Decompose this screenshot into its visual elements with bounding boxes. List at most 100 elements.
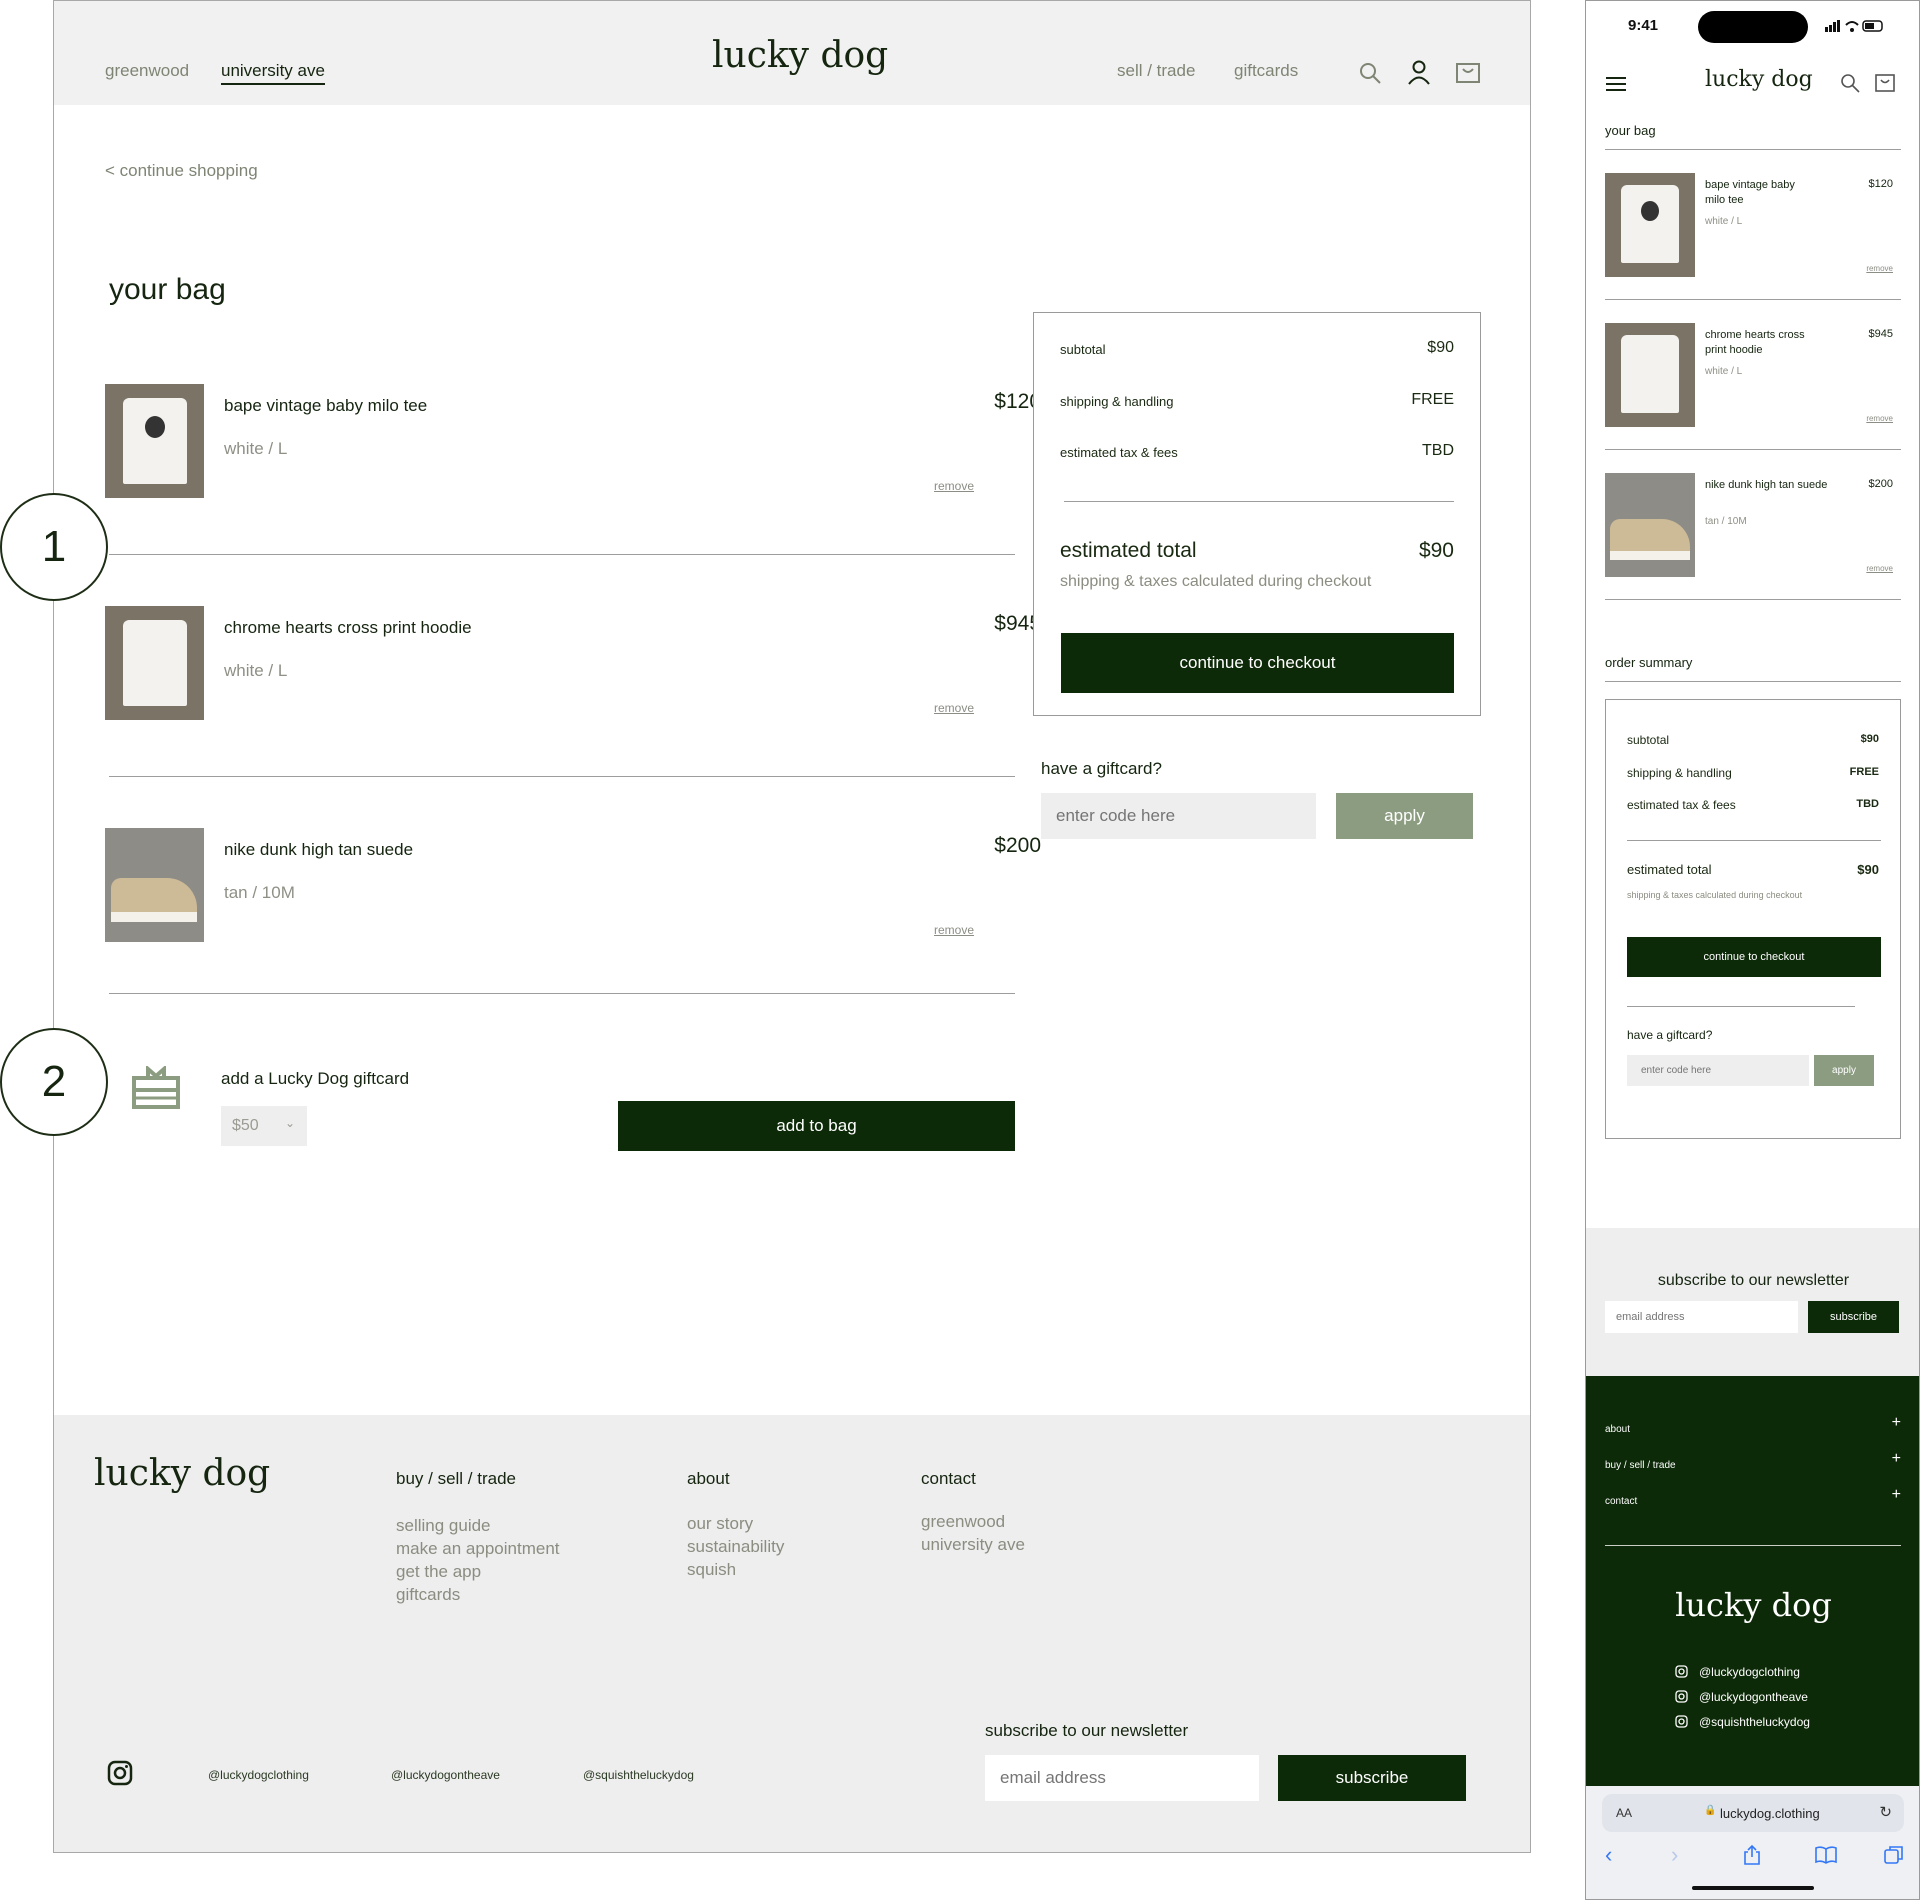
continue-shopping-link[interactable]: < continue shopping <box>105 161 258 181</box>
item-name[interactable]: chrome hearts cross print hoodie <box>224 618 472 638</box>
remove-link[interactable]: remove <box>934 923 974 937</box>
item-price: $200 <box>1868 478 1893 490</box>
footer-link[interactable]: greenwood <box>921 1510 1025 1533</box>
instagram-icon[interactable] <box>107 1760 133 1786</box>
divider <box>1605 681 1901 682</box>
continue-to-checkout-button[interactable]: continue to checkout <box>1627 937 1881 977</box>
remove-link[interactable]: remove <box>1866 264 1893 273</box>
shipping-value: FREE <box>1411 391 1454 408</box>
continue-to-checkout-button[interactable]: continue to checkout <box>1061 633 1454 693</box>
remove-link[interactable]: remove <box>934 701 974 715</box>
footer-col-contact-heading: contact <box>921 1469 976 1488</box>
footer-link[interactable]: university ave <box>921 1533 1025 1556</box>
mobile-brand-logo[interactable]: lucky dog <box>1705 67 1813 92</box>
footer-link[interactable]: giftcards <box>396 1583 560 1606</box>
remove-link[interactable]: remove <box>1866 414 1893 423</box>
chevron-down-icon: ⌄ <box>284 1116 295 1130</box>
forward-icon[interactable]: › <box>1671 1842 1678 1868</box>
item-image-tee[interactable] <box>1605 173 1695 277</box>
subscribe-button[interactable]: subscribe <box>1808 1301 1899 1333</box>
nav-sell-trade[interactable]: sell / trade <box>1117 61 1195 81</box>
footer-link[interactable]: squish <box>687 1558 784 1581</box>
status-icons <box>1825 20 1883 32</box>
total-row: estimated total $90 <box>1060 539 1454 563</box>
footer-logo[interactable]: lucky dog <box>1586 1586 1919 1624</box>
footer-col-about-heading: about <box>687 1469 730 1488</box>
social-handle[interactable]: @luckydogontheave <box>391 1768 500 1782</box>
mobile-newsletter-section: subscribe to our newsletter subscribe <box>1586 1228 1919 1376</box>
checkout-note: shipping & taxes calculated during check… <box>1060 573 1372 590</box>
item-name[interactable]: chrome hearts cross print hoodie <box>1705 328 1815 358</box>
page-title: your bag <box>109 273 226 306</box>
social-handle[interactable]: @squishtheluckydog <box>583 1768 694 1782</box>
back-icon[interactable]: ‹ <box>1605 1842 1612 1868</box>
hamburger-menu-icon[interactable] <box>1606 76 1626 92</box>
text-size-button[interactable]: AA <box>1616 1806 1632 1820</box>
social-handle[interactable]: @luckydogclothing <box>1699 1665 1800 1679</box>
bag-icon[interactable] <box>1456 61 1480 83</box>
browser-toolbar: AA 🔒 luckydog.clothing ↻ ‹ › <box>1586 1786 1919 1899</box>
remove-link[interactable]: remove <box>1866 564 1893 573</box>
tabs-icon[interactable] <box>1884 1845 1904 1865</box>
brand-logo[interactable]: lucky dog <box>712 35 888 76</box>
giftcard-amount-select[interactable]: $50 ⌄ <box>221 1106 307 1146</box>
item-name[interactable]: bape vintage baby milo tee <box>1705 178 1815 208</box>
share-icon[interactable] <box>1742 1844 1762 1866</box>
social-handle[interactable]: @luckydogontheave <box>1699 1690 1808 1704</box>
accordion-label: about <box>1605 1424 1631 1435</box>
newsletter-email-input[interactable] <box>1605 1301 1798 1333</box>
accordion-buy-sell-trade[interactable]: buy / sell / trade + <box>1605 1450 1919 1475</box>
divider <box>1605 449 1901 450</box>
search-icon[interactable] <box>1840 73 1860 93</box>
subtotal-row: subtotal $90 <box>1627 733 1879 747</box>
giftcard-amount-value: $50 <box>232 1117 259 1134</box>
apply-giftcard-button[interactable]: apply <box>1814 1055 1874 1086</box>
social-handle[interactable]: @luckydogclothing <box>208 1768 309 1782</box>
gift-card-icon <box>132 1066 180 1109</box>
item-name[interactable]: nike dunk high tan suede <box>224 840 413 860</box>
item-name[interactable]: bape vintage baby milo tee <box>224 396 427 416</box>
item-image-tee[interactable] <box>105 384 204 498</box>
giftcard-code-input[interactable] <box>1627 1055 1809 1086</box>
footer-col-buy-sell-trade: selling guide make an appointment get th… <box>396 1514 560 1606</box>
add-to-bag-button[interactable]: add to bag <box>618 1101 1015 1151</box>
footer-link[interactable]: make an appointment <box>396 1537 560 1560</box>
footer-link[interactable]: sustainability <box>687 1535 784 1558</box>
footer-link[interactable]: get the app <box>396 1560 560 1583</box>
subtotal-value: $90 <box>1860 733 1879 745</box>
bookmarks-icon[interactable] <box>1815 1846 1837 1864</box>
total-row: estimated total $90 <box>1627 862 1879 877</box>
item-image-sneaker[interactable] <box>1605 473 1695 577</box>
nav-giftcards[interactable]: giftcards <box>1234 61 1298 81</box>
apply-giftcard-button[interactable]: apply <box>1336 793 1473 839</box>
accordion-label: buy / sell / trade <box>1605 1460 1676 1471</box>
social-handle[interactable]: @squishtheluckydog <box>1699 1715 1810 1729</box>
add-giftcard-label: add a Lucky Dog giftcard <box>221 1069 410 1088</box>
item-image-hoodie[interactable] <box>1605 323 1695 427</box>
nav-greenwood[interactable]: greenwood <box>105 61 189 81</box>
footer-link[interactable]: our story <box>687 1512 784 1535</box>
item-image-sneaker[interactable] <box>105 828 204 942</box>
address-bar[interactable]: AA 🔒 luckydog.clothing ↻ <box>1602 1794 1904 1832</box>
footer-col-about: our story sustainability squish <box>687 1512 784 1581</box>
instagram-icon <box>1675 1715 1688 1728</box>
newsletter-email-input[interactable] <box>985 1755 1259 1801</box>
reload-icon[interactable]: ↻ <box>1879 1803 1892 1821</box>
nav-university-ave[interactable]: university ave <box>221 61 325 85</box>
account-icon[interactable] <box>1407 59 1431 85</box>
divider <box>1605 599 1901 600</box>
item-name[interactable]: nike dunk high tan suede <box>1705 478 1835 493</box>
item-price: $120 <box>994 390 1041 413</box>
subscribe-button[interactable]: subscribe <box>1278 1755 1466 1801</box>
footer-link[interactable]: selling guide <box>396 1514 560 1537</box>
accordion-contact[interactable]: contact + <box>1605 1486 1919 1511</box>
instagram-icon <box>1675 1690 1688 1703</box>
accordion-about[interactable]: about + <box>1605 1414 1919 1439</box>
footer-logo[interactable]: lucky dog <box>94 1453 270 1494</box>
item-image-hoodie[interactable] <box>105 606 204 720</box>
bag-icon[interactable] <box>1875 73 1895 92</box>
giftcard-code-input[interactable] <box>1041 793 1316 839</box>
divider <box>1605 1545 1901 1546</box>
search-icon[interactable] <box>1358 61 1382 85</box>
remove-link[interactable]: remove <box>934 479 974 493</box>
